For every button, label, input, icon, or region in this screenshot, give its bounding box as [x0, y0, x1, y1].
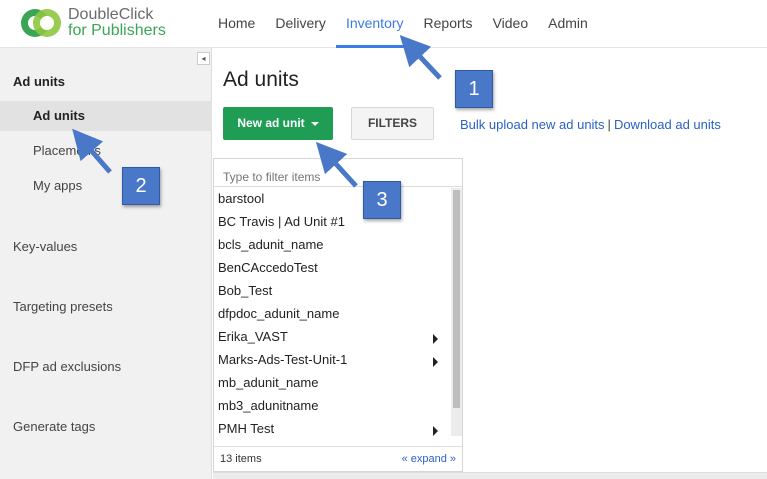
list-item-label: mb3_adunitname	[218, 398, 319, 413]
expand-link[interactable]: « expand »	[402, 453, 456, 465]
list-item[interactable]: Marks-Ads-Test-Unit-1	[214, 349, 452, 372]
new-ad-unit-button[interactable]: New ad unit	[223, 107, 333, 140]
item-count: 13 items	[220, 453, 262, 465]
new-ad-unit-label: New ad unit	[237, 116, 305, 130]
list-item[interactable]: bcls_adunit_name	[214, 234, 452, 257]
nav-delivery[interactable]: Delivery	[265, 0, 336, 48]
sidebar-item-generate-tags[interactable]: Generate tags	[13, 419, 95, 434]
scrollbar-thumb[interactable]	[453, 190, 460, 408]
brand-line2: for Publishers	[68, 22, 166, 39]
sidebar-item-key-values[interactable]: Key-values	[13, 239, 77, 254]
list-item-label: barstool	[218, 191, 265, 206]
callout-3: 3	[363, 181, 401, 219]
top-header: DoubleClick for Publishers Home Delivery…	[0, 0, 767, 48]
list-item[interactable]: mb3_adunitname	[214, 395, 452, 418]
main-nav: Home Delivery Inventory Reports Video Ad…	[208, 0, 598, 48]
expand-arrow-icon[interactable]	[433, 357, 438, 367]
sidebar: Ad units Ad units Placements My apps Key…	[0, 48, 212, 479]
callout-1: 1	[455, 70, 493, 108]
list-item[interactable]: barstool	[214, 188, 452, 211]
nav-video[interactable]: Video	[483, 0, 539, 48]
page-title: Ad units	[223, 68, 299, 91]
brand-name: DoubleClick for Publishers	[68, 7, 166, 39]
list-item-label: PMH Test	[218, 421, 275, 436]
caret-down-icon	[310, 121, 319, 126]
ad-unit-list-panel: barstool BC Travis | Ad Unit #1 bcls_aduni…	[213, 158, 463, 472]
action-links: Bulk upload new ad units | Download ad uni…	[460, 117, 721, 132]
nav-inventory[interactable]: Inventory	[335, 0, 414, 48]
filter-items-input[interactable]	[214, 159, 462, 187]
list-item[interactable]: BC Travis | Ad Unit #1	[214, 211, 452, 234]
list-item[interactable]: Erika_VAST	[214, 326, 452, 349]
list-item-label: BenCAccedoTest	[218, 260, 318, 275]
nav-reports[interactable]: Reports	[414, 0, 483, 48]
list-item-label: mb_adunit_name	[218, 375, 319, 390]
sidebar-item-ad-units[interactable]: Ad units	[0, 101, 212, 131]
sidebar-item-targeting-presets[interactable]: Targeting presets	[13, 299, 113, 314]
sidebar-item-my-apps[interactable]: My apps	[0, 171, 212, 201]
horizontal-scrollbar[interactable]	[213, 472, 767, 479]
callout-arrow-1	[399, 35, 442, 80]
collapse-sidebar-icon[interactable]: ◂	[197, 52, 210, 65]
sidebar-item-placements[interactable]: Placements	[0, 136, 212, 166]
list-item[interactable]: Bob_Test	[214, 280, 452, 303]
list-item-label: bcls_adunit_name	[218, 237, 324, 252]
link-separator: |	[607, 117, 611, 132]
list-item-label: Marks-Ads-Test-Unit-1	[218, 352, 348, 367]
list-item-label: Bob_Test	[218, 283, 273, 298]
expand-arrow-icon[interactable]	[433, 334, 438, 344]
list-footer: 13 items « expand »	[214, 446, 462, 471]
bulk-upload-link[interactable]: Bulk upload new ad units	[460, 117, 605, 132]
list-item[interactable]: PMH Test	[214, 418, 452, 441]
filters-button[interactable]: FILTERS	[351, 107, 434, 140]
list-item[interactable]: dfpdoc_adunit_name	[214, 303, 452, 326]
list-item-label: dfpdoc_adunit_name	[218, 306, 340, 321]
list-item-label: BC Travis | Ad Unit #1	[218, 214, 345, 229]
callout-2: 2	[122, 167, 160, 205]
doubleclick-logo-icon	[21, 9, 61, 37]
list-item[interactable]: BenCAccedoTest	[214, 257, 452, 280]
list-scrollbar[interactable]	[451, 188, 462, 436]
expand-arrow-icon[interactable]	[433, 426, 438, 436]
download-link[interactable]: Download ad units	[614, 117, 721, 132]
sidebar-section-ad-units[interactable]: Ad units	[13, 74, 65, 89]
list-item-label: Erika_VAST	[218, 329, 288, 344]
list-item[interactable]: mb_adunit_name	[214, 372, 452, 395]
brand-line1: DoubleClick	[68, 6, 154, 23]
nav-home[interactable]: Home	[208, 0, 265, 48]
nav-admin[interactable]: Admin	[538, 0, 598, 48]
sidebar-item-dfp-ad-exclusions[interactable]: DFP ad exclusions	[13, 359, 121, 374]
